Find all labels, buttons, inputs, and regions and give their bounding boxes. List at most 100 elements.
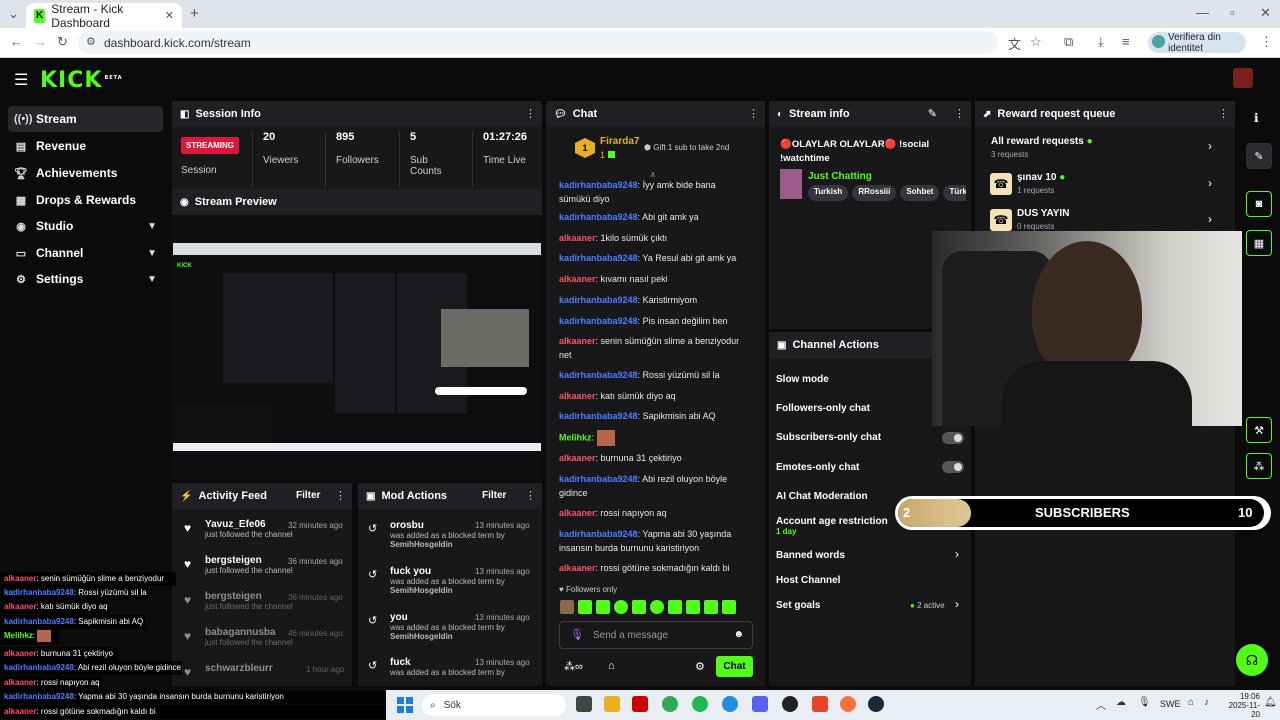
spotify-icon[interactable]	[692, 696, 708, 712]
kebab-menu-icon[interactable]: ⋮	[335, 489, 346, 502]
support-headset-icon[interactable]: ☊	[1236, 644, 1268, 676]
profile-button[interactable]: Verifiera din identitet	[1148, 32, 1246, 54]
windows-start-icon[interactable]	[397, 697, 413, 713]
reward-name[interactable]: DUS YAYIN	[1017, 208, 1069, 219]
tag-chip[interactable]: Turkish	[808, 185, 849, 201]
slow-mode-row[interactable]: Slow mode	[776, 374, 829, 385]
chat-username[interactable]: kadirhanbaba9248	[559, 474, 638, 484]
steam-icon[interactable]	[868, 696, 884, 712]
undo-icon[interactable]: ↺	[368, 659, 377, 672]
firefox-icon[interactable]	[840, 696, 856, 712]
tag-chip[interactable]: Sohbet	[900, 185, 940, 201]
language-indicator[interactable]: SWE	[1160, 699, 1181, 709]
forward-icon[interactable]: →	[34, 34, 47, 49]
ai-moderation-row[interactable]: AI Chat Moderation	[776, 491, 868, 502]
host-channel-row[interactable]: Host Channel	[776, 575, 840, 586]
chat-username[interactable]: alkaaner	[559, 391, 596, 401]
obs-icon[interactable]	[782, 696, 798, 712]
emote-icon[interactable]	[596, 600, 610, 614]
kebab-menu-icon[interactable]: ⋮	[748, 107, 759, 120]
brave-icon[interactable]	[812, 696, 828, 712]
subscribers-only-toggle[interactable]	[942, 432, 964, 444]
chat-username[interactable]: alkaaner	[559, 508, 596, 518]
task-view-icon[interactable]	[576, 696, 592, 712]
emote-icon[interactable]	[722, 600, 736, 614]
emote-icon[interactable]	[686, 600, 700, 614]
nav-item-studio[interactable]: ◉ Studio ▼	[8, 213, 163, 239]
site-info-icon[interactable]: ⚙	[86, 35, 96, 48]
download-icon[interactable]: ⤓	[1098, 34, 1104, 50]
kebab-menu-icon[interactable]: ⋮	[525, 107, 536, 120]
kebab-menu-icon[interactable]: ⋮	[954, 107, 965, 120]
chat-username[interactable]: kadirhanbaba9248	[559, 180, 638, 190]
chat-username[interactable]: kadirhanbaba9248	[559, 295, 638, 305]
new-tab-icon[interactable]: +	[190, 5, 199, 22]
chat-username[interactable]: Melihkz	[559, 432, 592, 442]
account-age-row[interactable]: Account age restriction 1 day	[776, 516, 888, 536]
nav-item-drops[interactable]: ▦ Drops & Rewards	[8, 187, 163, 213]
volume-icon[interactable]: ♪	[1204, 697, 1209, 708]
chat-username[interactable]: alkaaner	[559, 563, 596, 573]
chat-send-button[interactable]: Chat	[716, 656, 753, 677]
tab-close-icon[interactable]: ✕	[165, 9, 174, 22]
nav-item-settings[interactable]: ⚙ Settings ▼	[8, 266, 163, 292]
chat-username[interactable]: kadirhanbaba9248	[559, 212, 638, 222]
taskbar-search[interactable]: ⌕ Sök	[422, 694, 566, 716]
chat-username[interactable]: kadirhanbaba9248	[559, 411, 638, 421]
emotes-only-row[interactable]: Emotes-only chat	[776, 462, 859, 473]
taskbar-clock[interactable]: 19:06 2025-11-20	[1222, 692, 1260, 719]
tray-chevron-icon[interactable]: ︿	[1096, 697, 1106, 712]
activity-user[interactable]: schwarzbleurr	[205, 663, 305, 674]
tag-chip[interactable]: RRossiii	[852, 185, 897, 201]
points-icon[interactable]: ⁂∞	[564, 660, 583, 673]
chat-username[interactable]: alkaaner	[559, 336, 596, 346]
pinned-gifter-name[interactable]: Firarda7	[600, 136, 639, 147]
nav-item-revenue[interactable]: ▤ Revenue	[8, 133, 163, 159]
window-close-icon[interactable]: ✕	[1260, 5, 1271, 21]
emote-icon[interactable]	[578, 600, 592, 614]
nav-item-achievements[interactable]: 🏆︎ Achievements	[8, 160, 163, 186]
emote-icon[interactable]	[704, 600, 718, 614]
reading-list-icon[interactable]: ≡	[1122, 34, 1130, 49]
emotes-only-toggle[interactable]	[942, 461, 964, 473]
chevron-right-icon[interactable]: ›	[1208, 176, 1212, 190]
emote-icon[interactable]	[632, 600, 646, 614]
chevron-right-icon[interactable]: ›	[1208, 139, 1212, 153]
hammer-widget-button[interactable]: ⚒	[1246, 417, 1272, 443]
store-icon[interactable]: ⌂	[608, 660, 615, 672]
undo-icon[interactable]: ↺	[368, 614, 377, 627]
file-explorer-icon[interactable]	[604, 696, 620, 712]
microphone-icon[interactable]: 🎙︎	[570, 628, 584, 641]
chat-input[interactable]: 🎙︎ Send a message ☻	[559, 621, 753, 649]
edit-layout-button[interactable]: ✎	[1246, 143, 1272, 169]
share-widget-button[interactable]: ⁂	[1246, 453, 1272, 479]
reward-name[interactable]: şınav 10 ●	[1017, 172, 1065, 183]
webcam-widget-button[interactable]: ◙	[1246, 191, 1272, 217]
mod-user[interactable]: SemihHosgeldin	[390, 632, 540, 641]
browser-menu-icon[interactable]: ⋮	[1260, 34, 1273, 50]
reload-icon[interactable]: ↻	[57, 34, 68, 50]
kebab-menu-icon[interactable]: ⋮	[1218, 107, 1229, 120]
netflix-icon[interactable]	[632, 696, 648, 712]
tab-search-icon[interactable]: ⌄	[8, 6, 19, 22]
kebab-menu-icon[interactable]: ⋮	[525, 489, 536, 502]
undo-icon[interactable]: ↺	[368, 522, 377, 535]
notification-bell-icon[interactable]: 🔔︎	[1264, 697, 1277, 708]
edit-pencil-icon[interactable]: ✎	[928, 107, 937, 120]
kick-logo[interactable]: KICK BETA	[40, 68, 123, 93]
chevron-right-icon[interactable]: ›	[955, 597, 959, 611]
nav-item-channel[interactable]: ▭ Channel ▼	[8, 240, 163, 266]
chrome-icon[interactable]	[662, 696, 678, 712]
chevron-right-icon[interactable]: ›	[1208, 212, 1212, 226]
cloud-icon[interactable]: ☁	[1116, 697, 1126, 708]
bookmark-star-icon[interactable]: ☆	[1030, 34, 1042, 50]
extensions-icon[interactable]: ⧉	[1064, 34, 1073, 50]
user-avatar[interactable]	[1233, 68, 1253, 88]
banned-words-row[interactable]: Banned words	[776, 550, 845, 561]
stream-preview-video[interactable]: KICK	[173, 243, 541, 451]
chevron-right-icon[interactable]: ›	[955, 547, 959, 561]
chat-username[interactable]: alkaaner	[559, 233, 596, 243]
activity-filter-button[interactable]: Filter	[296, 490, 320, 501]
chat-username[interactable]: kadirhanbaba9248	[559, 370, 638, 380]
emote-icon[interactable]	[668, 600, 682, 614]
